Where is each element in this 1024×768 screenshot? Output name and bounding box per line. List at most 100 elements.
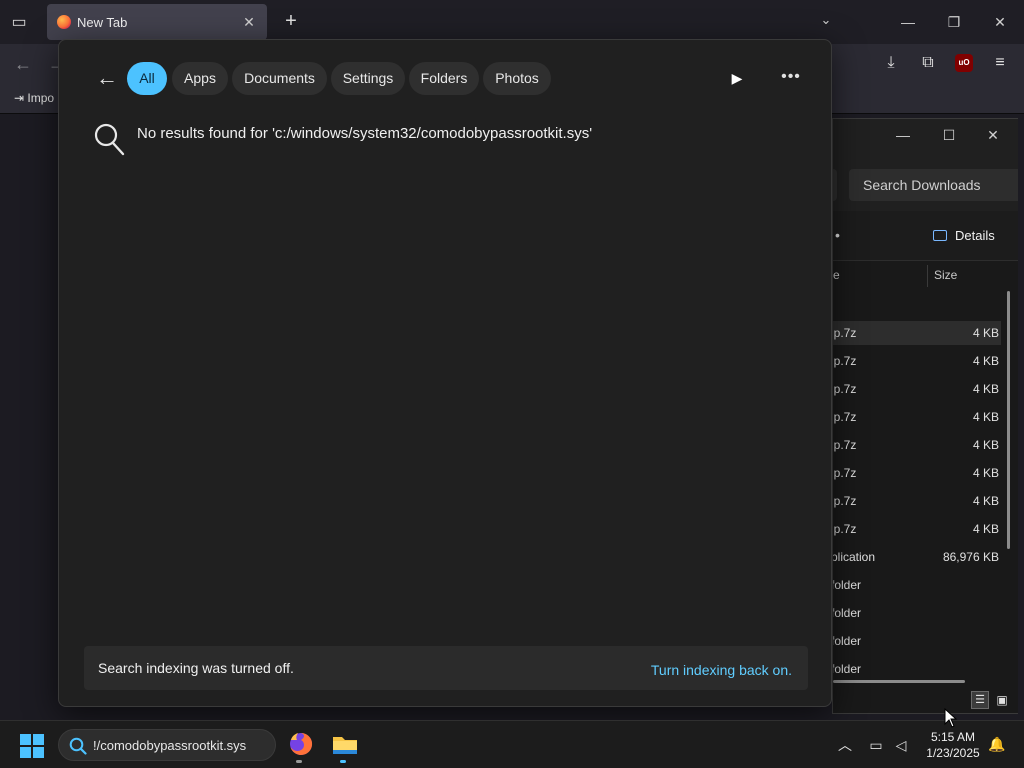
column-divider[interactable] — [927, 265, 928, 287]
file-row[interactable]: folder — [833, 601, 1001, 625]
explorer-address-bar[interactable] — [833, 169, 837, 201]
file-size: 4 KB — [972, 466, 999, 480]
clock-time: 5:15 AM — [930, 730, 976, 744]
firefox-view-icon[interactable]: ▭ — [8, 12, 30, 32]
file-size: 4 KB — [972, 410, 999, 424]
chevron-up-icon[interactable]: ︿ — [835, 735, 855, 755]
explorer-minimize-icon[interactable]: — — [891, 123, 915, 147]
close-icon[interactable]: ✕ — [988, 10, 1012, 34]
file-row[interactable]: folder — [833, 573, 1001, 597]
file-name: folder — [832, 634, 862, 648]
file-name: ip.7z — [832, 438, 857, 452]
file-row[interactable]: plication 86,976 KB — [833, 545, 1001, 569]
file-explorer-taskbar-icon[interactable] — [329, 728, 361, 763]
more-options-icon[interactable]: ••• — [777, 66, 805, 88]
chevron-down-icon[interactable]: ⌄ — [816, 12, 836, 32]
taskbar: !/comodobypassrootkit.sys ︿ ▭ ◁ 5:15 AM … — [0, 720, 1024, 768]
filter-documents[interactable]: Documents — [232, 62, 327, 95]
desktop: ▭ New Tab ✕ + ⌄ — ❐ ✕ ← → ⤓ ⧉ ≡ uO ⇥ Imp… — [0, 0, 1024, 768]
windows-start-icon[interactable] — [20, 734, 44, 758]
filter-apps[interactable]: Apps — [172, 62, 228, 95]
turn-indexing-on-link[interactable]: Turn indexing back on. — [651, 662, 792, 678]
explorer-column-header: e Size — [833, 261, 1018, 289]
windows-search-flyout: ← All Apps Documents Settings Folders Ph… — [58, 39, 832, 707]
indexing-banner: Search indexing was turned off. Turn ind… — [84, 646, 808, 690]
import-bookmarks-link[interactable]: ⇥ Impo — [14, 91, 54, 105]
file-name: folder — [832, 662, 862, 676]
file-name: folder — [832, 606, 862, 620]
back-arrow-icon[interactable]: ← — [14, 54, 32, 75]
explorer-close-icon[interactable]: ✕ — [981, 123, 1005, 147]
file-name: ip.7z — [832, 494, 857, 508]
explorer-command-bar: • Details — [833, 211, 1018, 261]
large-icons-view-icon[interactable]: ▣ — [993, 691, 1011, 709]
filter-photos[interactable]: Photos — [483, 62, 551, 95]
restore-icon[interactable]: ❐ — [942, 10, 966, 34]
details-button[interactable]: Details — [955, 228, 995, 243]
browser-tab-bar: ▭ New Tab ✕ + ⌄ — ❐ ✕ — [0, 0, 1024, 44]
file-name: ip.7z — [832, 466, 857, 480]
back-arrow-icon[interactable]: ← — [95, 67, 119, 91]
ublock-origin-icon[interactable]: uO — [955, 54, 973, 72]
file-size: 86,976 KB — [942, 550, 999, 564]
file-row[interactable]: ip.7z 4 KB — [833, 321, 1001, 345]
file-name: ip.7z — [832, 382, 857, 396]
file-size: 4 KB — [972, 494, 999, 508]
extensions-icon[interactable]: ⧉ — [917, 54, 939, 76]
file-row[interactable]: ip.7z 4 KB — [833, 489, 1001, 513]
no-results-message: No results found for 'c:/windows/system3… — [137, 125, 593, 142]
play-icon[interactable]: ▶ — [727, 68, 747, 88]
clock[interactable]: 5:15 AM 1/23/2025 — [918, 729, 988, 761]
file-row[interactable]: folder — [833, 629, 1001, 653]
new-tab-icon[interactable]: + — [280, 10, 302, 32]
mouse-cursor-icon — [944, 708, 958, 728]
search-icon — [94, 123, 125, 156]
horizontal-scrollbar[interactable] — [833, 680, 965, 683]
details-view-icon[interactable]: ☰ — [971, 691, 989, 709]
file-row[interactable]: ip.7z 4 KB — [833, 377, 1001, 401]
vertical-scrollbar[interactable] — [1007, 291, 1010, 549]
search-icon — [69, 737, 87, 755]
explorer-maximize-icon[interactable]: ☐ — [937, 123, 961, 147]
filter-all[interactable]: All — [127, 62, 167, 95]
clock-date: 1/23/2025 — [926, 746, 980, 760]
file-explorer-window: — ☐ ✕ Search Downloads • Details e Size … — [832, 118, 1018, 714]
firefox-favicon-icon — [57, 15, 71, 29]
file-name: ip.7z — [832, 354, 857, 368]
import-bookmarks-label: Impo — [27, 91, 55, 105]
more-options-icon[interactable]: • — [835, 227, 840, 243]
volume-muted-icon[interactable]: ◁ — [891, 735, 911, 755]
folder-icon — [333, 737, 357, 754]
running-indicator — [296, 760, 302, 763]
filter-folders[interactable]: Folders — [409, 62, 479, 95]
download-icon[interactable]: ⤓ — [880, 54, 902, 76]
firefox-taskbar-icon[interactable] — [285, 728, 317, 763]
column-size[interactable]: Size — [934, 268, 957, 282]
hamburger-menu-icon[interactable]: ≡ — [989, 54, 1011, 76]
file-size: 4 KB — [972, 354, 999, 368]
network-icon[interactable]: ▭ — [866, 735, 886, 755]
filter-settings[interactable]: Settings — [331, 62, 405, 95]
explorer-status-bar: ☰ ▣ — [833, 685, 1018, 713]
browser-tab-new-tab[interactable]: New Tab ✕ — [47, 4, 267, 40]
running-indicator — [340, 760, 346, 763]
tab-close-icon[interactable]: ✕ — [239, 12, 259, 32]
file-row[interactable]: ip.7z 4 KB — [833, 461, 1001, 485]
file-row[interactable]: ip.7z 4 KB — [833, 405, 1001, 429]
tab-title: New Tab — [77, 15, 128, 30]
file-row[interactable]: ip.7z 4 KB — [833, 433, 1001, 457]
file-size: 4 KB — [972, 438, 999, 452]
firefox-icon — [290, 732, 313, 755]
file-name: folder — [832, 578, 862, 592]
minimize-icon[interactable]: — — [896, 10, 920, 34]
taskbar-search-box[interactable]: !/comodobypassrootkit.sys — [58, 729, 276, 761]
file-name: plication — [832, 550, 876, 564]
file-row[interactable]: folder — [833, 657, 1001, 681]
notification-bell-icon[interactable]: 🔔 — [988, 736, 1006, 754]
explorer-title-bar: — ☐ ✕ — [833, 119, 1018, 151]
file-row[interactable]: ip.7z 4 KB — [833, 517, 1001, 541]
file-row[interactable]: ip.7z 4 KB — [833, 349, 1001, 373]
explorer-search-input[interactable]: Search Downloads — [849, 169, 1018, 201]
file-size: 4 KB — [972, 522, 999, 536]
column-name[interactable]: e — [833, 268, 840, 282]
